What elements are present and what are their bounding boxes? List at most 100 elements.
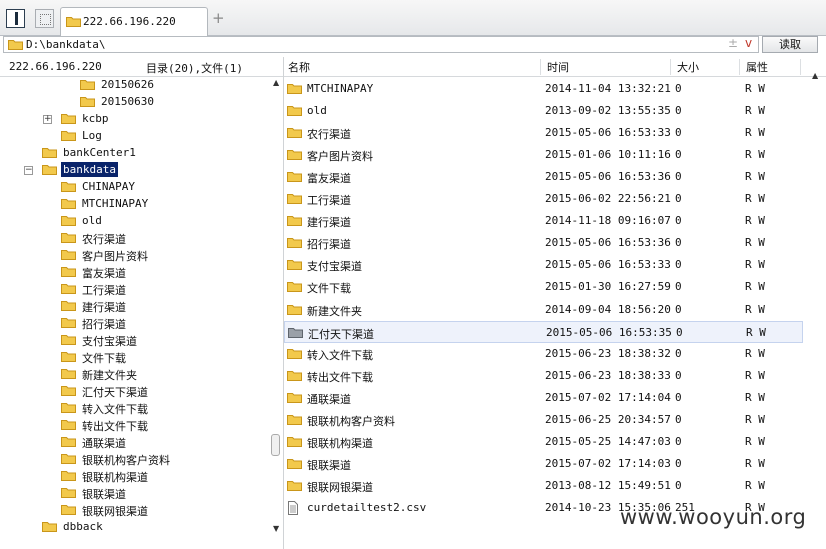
file-row[interactable]: 新建文件夹 2014-09-04 18:56:20 0 R W — [284, 299, 803, 321]
file-size: 0 — [675, 302, 682, 316]
column-size[interactable]: 大小 — [677, 59, 699, 75]
folder-icon — [80, 80, 95, 90]
file-row[interactable]: 文件下载 2015-01-30 16:27:59 0 R W — [284, 276, 803, 298]
screenshot-icon[interactable] — [35, 9, 54, 28]
file-attr: R W — [745, 236, 765, 250]
folder-icon — [66, 17, 81, 27]
file-attr: R W — [745, 126, 765, 140]
expand-icon[interactable]: + — [43, 115, 52, 124]
file-name: 新建文件夹 — [307, 304, 362, 318]
bookmark-icon[interactable]: ± — [728, 36, 738, 50]
tree-item-label: dbback — [63, 520, 103, 533]
file-row[interactable]: 银联网银渠道 2013-08-12 15:49:51 0 R W — [284, 475, 803, 497]
tree-scrollbar[interactable]: ▲ ▼ — [270, 77, 283, 538]
path-input[interactable]: D:\bankdata\ ± v — [3, 36, 759, 53]
folder-icon — [42, 148, 57, 158]
file-size: 0 — [675, 82, 682, 95]
folder-icon — [287, 216, 302, 227]
file-size: 0 — [676, 325, 683, 339]
folder-icon — [80, 97, 95, 107]
file-time: 2015-05-06 16:53:33 — [545, 258, 671, 272]
new-tab-button[interactable]: + — [212, 9, 225, 27]
file-time: 2013-08-12 15:49:51 — [545, 478, 671, 492]
file-row[interactable]: 银联机构渠道 2015-05-25 14:47:03 0 R W — [284, 431, 803, 453]
file-name: 建行渠道 — [307, 216, 351, 230]
file-attr: R W — [745, 368, 765, 382]
item-count: 目录(20),文件(1) — [146, 62, 243, 75]
folder-icon — [61, 454, 76, 464]
file-row[interactable]: 支付宝渠道 2015-05-06 16:53:33 0 R W — [284, 254, 803, 276]
folder-icon — [288, 327, 303, 338]
tree-item-label: old — [82, 214, 102, 227]
file-row[interactable]: 富友渠道 2015-05-06 16:53:36 0 R W — [284, 166, 803, 188]
chevron-down-icon[interactable]: v — [745, 36, 752, 50]
tree-item-label: 汇付天下渠道 — [82, 386, 148, 399]
file-size: 0 — [675, 236, 682, 250]
file-attr: R W — [745, 214, 765, 228]
file-size: 0 — [675, 456, 682, 470]
file-row[interactable]: 农行渠道 2015-05-06 16:53:33 0 R W — [284, 122, 803, 144]
file-name: 银联机构客户资料 — [307, 414, 395, 428]
file-name: 招行渠道 — [307, 238, 351, 252]
file-row[interactable]: 银联渠道 2015-07-02 17:14:03 0 R W — [284, 453, 803, 475]
folder-icon — [61, 403, 76, 413]
tree-item-label: 农行渠道 — [82, 233, 126, 246]
file-row[interactable]: 转入文件下载 2015-06-23 18:38:32 0 R W — [284, 343, 803, 365]
file-row[interactable]: 工行渠道 2015-06-02 22:56:21 0 R W — [284, 188, 803, 210]
scroll-down-icon[interactable]: ▼ — [273, 524, 279, 533]
tab-host[interactable]: 222.66.196.220 — [60, 7, 208, 36]
collapse-icon[interactable]: − — [24, 166, 33, 175]
file-row[interactable]: 汇付天下渠道 2015-05-06 16:53:35 0 R W — [284, 320, 803, 343]
file-size: 0 — [675, 192, 682, 206]
folder-icon — [61, 386, 76, 396]
folder-icon — [287, 480, 302, 491]
file-row[interactable]: MTCHINAPAY 2014-11-04 13:32:21 0 R W — [284, 78, 803, 100]
tree-item-label: 转出文件下载 — [82, 420, 148, 433]
scroll-thumb[interactable] — [271, 434, 280, 456]
tree-item-label: bankCenter1 — [63, 146, 136, 159]
scroll-up-icon[interactable]: ▲ — [812, 71, 818, 80]
tree-item-label: 银联机构客户资料 — [82, 454, 170, 467]
folder-icon — [61, 437, 76, 447]
tree-item-label: 富友渠道 — [82, 267, 126, 280]
file-time: 2015-06-25 20:34:57 — [545, 412, 671, 426]
folder-icon — [61, 131, 76, 141]
file-row[interactable]: old 2013-09-02 13:55:35 0 R W — [284, 100, 803, 122]
folder-icon — [61, 471, 76, 481]
file-attr: R W — [745, 390, 765, 404]
folder-icon — [61, 284, 76, 294]
file-size: 0 — [675, 170, 682, 184]
file-attr: R W — [745, 82, 765, 95]
file-time: 2015-05-25 14:47:03 — [545, 434, 671, 448]
file-row[interactable]: 招行渠道 2015-05-06 16:53:36 0 R W — [284, 232, 803, 254]
tree-item-label: 文件下载 — [82, 352, 126, 365]
file-list-scrollbar[interactable]: ▲ — [807, 71, 826, 549]
sidebar-toggle-icon[interactable] — [6, 9, 25, 28]
left-panel-header: 222.66.196.220 目录(20),文件(1) — [0, 57, 283, 77]
address-bar: D:\bankdata\ ± v 读取 — [0, 36, 826, 54]
file-time: 2013-09-02 13:55:35 — [545, 104, 671, 118]
file-row[interactable]: 建行渠道 2014-11-18 09:16:07 0 R W — [284, 210, 803, 232]
file-row[interactable]: 客户图片资料 2015-01-06 10:11:16 0 R W — [284, 144, 803, 166]
file-name: old — [307, 104, 327, 118]
column-time[interactable]: 时间 — [547, 59, 569, 75]
file-row[interactable]: 银联机构客户资料 2015-06-25 20:34:57 0 R W — [284, 409, 803, 431]
tab-label: 222.66.196.220 — [83, 15, 176, 28]
file-attr: R W — [745, 192, 765, 206]
file-time: 2015-01-06 10:11:16 — [545, 148, 671, 162]
file-manager-window: { "tabs": [{"label": "222.66.196.220"}],… — [0, 0, 826, 549]
file-name: 富友渠道 — [307, 172, 351, 186]
tab-bar: 222.66.196.220 + — [0, 0, 826, 36]
file-time: 2015-05-06 16:53:36 — [545, 236, 671, 250]
scroll-up-icon[interactable]: ▲ — [273, 78, 279, 87]
file-row[interactable]: 转出文件下载 2015-06-23 18:38:33 0 R W — [284, 365, 803, 387]
tree-item-label: 转入文件下载 — [82, 403, 148, 416]
column-name[interactable]: 名称 — [288, 59, 310, 75]
tree-item-label: MTCHINAPAY — [82, 197, 149, 210]
read-button[interactable]: 读取 — [762, 36, 818, 53]
column-attr[interactable]: 属性 — [746, 59, 768, 75]
folder-icon — [287, 194, 302, 205]
file-attr: R W — [745, 346, 765, 360]
file-row[interactable]: 通联渠道 2015-07-02 17:14:04 0 R W — [284, 387, 803, 409]
tree-item-label: 20150630 — [101, 95, 154, 108]
